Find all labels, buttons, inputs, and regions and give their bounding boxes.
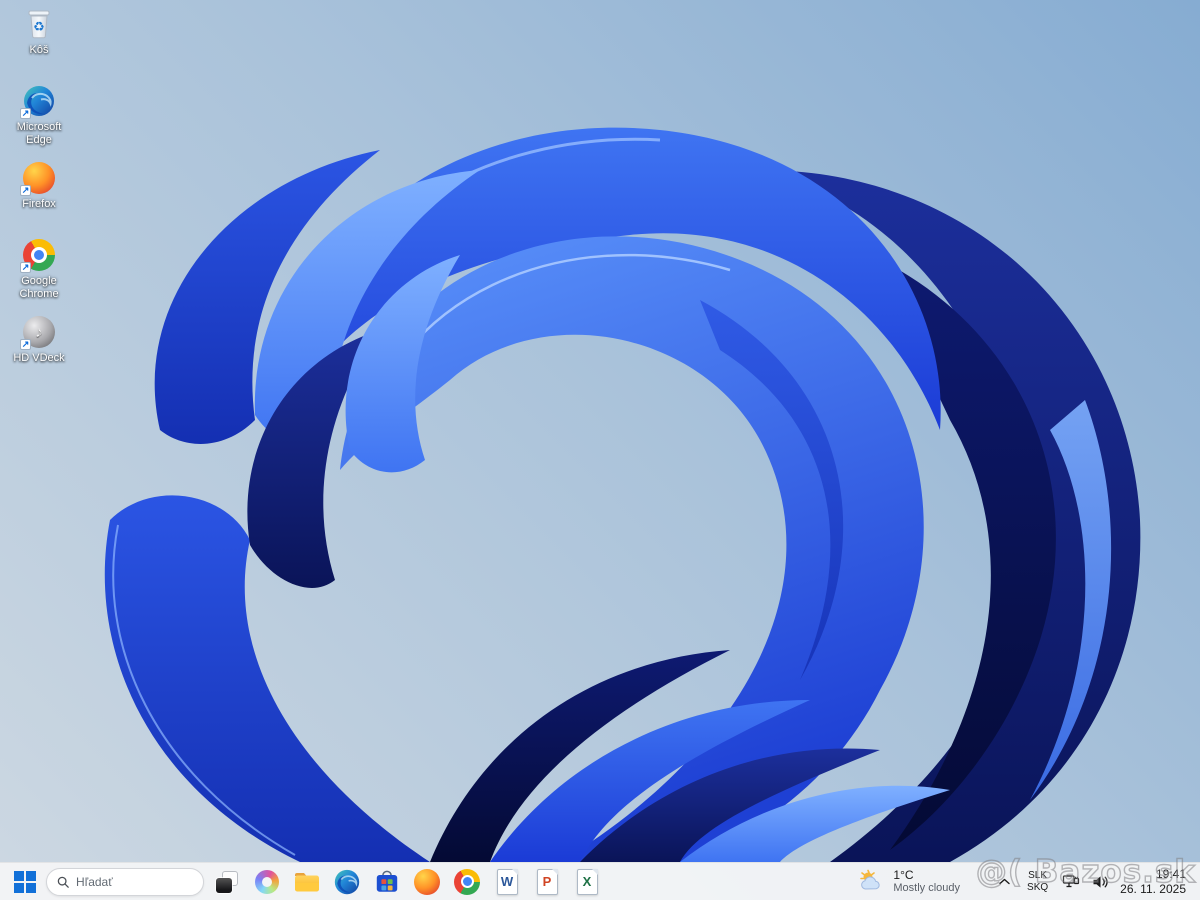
task-view-button[interactable] (210, 866, 244, 898)
firefox-icon: ↗ (20, 161, 56, 196)
powerpoint-icon: P (536, 868, 558, 895)
start-button[interactable] (8, 866, 42, 898)
shortcut-arrow-icon: ↗ (20, 339, 31, 350)
desktop-icon-label: Firefox (22, 198, 56, 210)
chevron-up-icon (998, 878, 1010, 885)
desktop-surface[interactable]: ♻ Kôš ↗ Microsoft Edge ↗ Firefox ↗ Googl… (0, 0, 1200, 900)
chrome-icon: ↗ (20, 238, 56, 273)
clock-time: 19:41 (1155, 866, 1186, 881)
hd-vdeck-icon: ♪ ↗ (20, 315, 56, 350)
taskbar-apps: W P X (210, 866, 604, 898)
windows-logo-icon (14, 870, 36, 893)
taskbar-right: 1°C Mostly cloudy SLK SKQ 19:41 26. 11. … (850, 866, 1192, 898)
shortcut-arrow-icon: ↗ (20, 262, 31, 273)
chrome-taskbar-button[interactable] (450, 866, 484, 898)
weather-icon (860, 870, 881, 890)
firefox-icon (414, 868, 440, 895)
file-explorer-icon (295, 872, 319, 891)
chrome-icon (454, 868, 480, 895)
edge-icon (334, 869, 360, 894)
recycle-bin-icon: ♻ (22, 7, 56, 41)
weather-widget[interactable]: 1°C Mostly cloudy (850, 866, 968, 898)
shortcut-arrow-icon: ↗ (20, 185, 31, 196)
taskbar-search[interactable] (46, 867, 204, 896)
weather-text: 1°C Mostly cloudy (893, 868, 960, 896)
file-explorer-button[interactable] (290, 866, 324, 898)
keyboard-layout-code: SKQ (1027, 881, 1049, 893)
search-icon (57, 876, 69, 888)
word-icon: W (496, 868, 518, 895)
task-view-icon (215, 870, 239, 894)
firefox-taskbar-button[interactable] (410, 866, 444, 898)
copilot-button[interactable] (250, 866, 284, 898)
desktop-icon-label: Microsoft Edge (16, 121, 62, 146)
language-indicator[interactable]: SLK SKQ (1023, 869, 1052, 894)
edge-taskbar-button[interactable] (330, 866, 364, 898)
search-input[interactable] (76, 874, 193, 889)
desktop-icon-edge[interactable]: ↗ Microsoft Edge (0, 79, 78, 156)
excel-button[interactable]: X (570, 866, 604, 898)
desktop-icon-grid: ♻ Kôš ↗ Microsoft Edge ↗ Firefox ↗ Googl… (0, 2, 78, 387)
shortcut-arrow-icon: ↗ (20, 108, 31, 119)
ethernet-icon (1063, 875, 1080, 888)
copilot-icon (255, 869, 279, 894)
desktop-icon-recycle-bin[interactable]: ♻ Kôš (0, 2, 78, 79)
desktop-icon-firefox[interactable]: ↗ Firefox (0, 156, 78, 233)
desktop-icon-label: Kôš (29, 44, 49, 56)
desktop-icon-chrome[interactable]: ↗ Google Chrome (0, 233, 78, 310)
microsoft-store-button[interactable] (370, 866, 404, 898)
language-code: SLK (1028, 870, 1048, 881)
hidden-icons-button[interactable] (994, 870, 1014, 894)
system-tray: SLK SKQ (994, 869, 1110, 894)
desktop-icon-label: HD VDeck (13, 352, 65, 364)
weather-condition: Mostly cloudy (893, 882, 961, 895)
desktop-icon-hd-vdeck[interactable]: ♪ ↗ HD VDeck (0, 310, 78, 387)
clock-date: 26. 11. 2025 (1120, 881, 1186, 896)
powerpoint-button[interactable]: P (530, 866, 564, 898)
speaker-icon (1093, 875, 1108, 888)
excel-icon: X (576, 868, 598, 895)
network-button[interactable] (1061, 870, 1081, 894)
word-button[interactable]: W (490, 866, 524, 898)
edge-icon: ↗ (20, 84, 56, 119)
taskbar: W P X 1°C Mostly cloudy (0, 862, 1200, 900)
desktop-icon-label: Google Chrome (19, 275, 59, 300)
clock[interactable]: 19:41 26. 11. 2025 (1114, 866, 1192, 898)
microsoft-store-icon (376, 870, 398, 892)
weather-temperature: 1°C (893, 867, 914, 882)
volume-button[interactable] (1090, 870, 1110, 894)
bloom-wallpaper (104, 127, 1141, 862)
svg-text:♻: ♻ (33, 19, 45, 34)
